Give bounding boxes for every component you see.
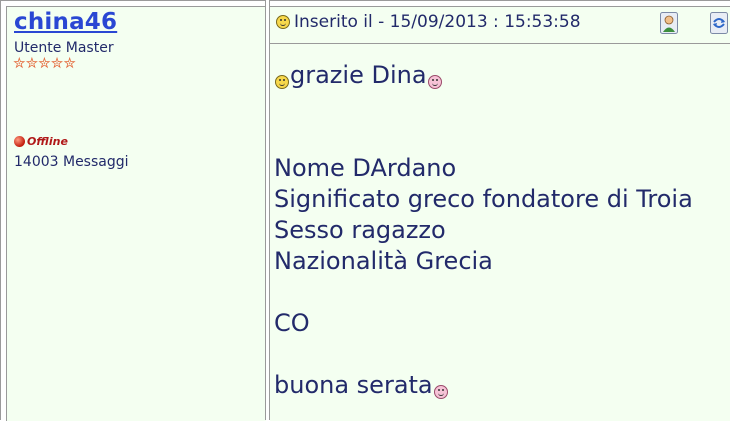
greeting-text: grazie Dina [290,61,427,89]
quote-reply-icon[interactable] [710,12,728,34]
author-status: Offline [14,135,68,148]
post-line: CO [274,309,310,337]
author-message-count: 14003 Messaggi [14,154,129,170]
offline-status-icon [14,136,25,147]
star-icon: ✮ [50,54,64,72]
tongue-smiley-icon [275,75,289,89]
greeting-line: grazie Dina [274,60,730,91]
author-rank-stars: ✮ ✮ ✮ ✮ ✮ [13,55,76,71]
closing-text: buona serata [274,371,433,399]
blush-smiley-icon [427,75,442,89]
star-icon: ✮ [63,54,76,72]
post-line: Significato greco fondatore di Troia [274,185,693,213]
post-date: Inserito il - 15/09/2013 : 15:53:58 [294,12,581,32]
post-body: grazie Dina Nome DArdano Significato gre… [274,60,730,401]
post-line: Nazionalità Grecia [274,247,493,275]
blush-smiley-icon [433,385,448,399]
star-icon: ✮ [25,54,39,72]
post-header: Inserito il - 15/09/2013 : 15:53:58 [276,12,581,32]
header-separator [270,43,730,44]
post-line: Nome DArdano [274,154,457,182]
author-username-link[interactable]: china46 [14,9,117,35]
star-icon: ✮ [13,54,26,72]
post-line: Sesso ragazzo [274,216,446,244]
star-icon: ✮ [38,54,51,72]
author-status-text: Offline [27,135,68,148]
user-profile-icon[interactable] [660,12,678,34]
closing-line: buona serata [274,370,730,401]
smiley-icon [276,15,290,29]
